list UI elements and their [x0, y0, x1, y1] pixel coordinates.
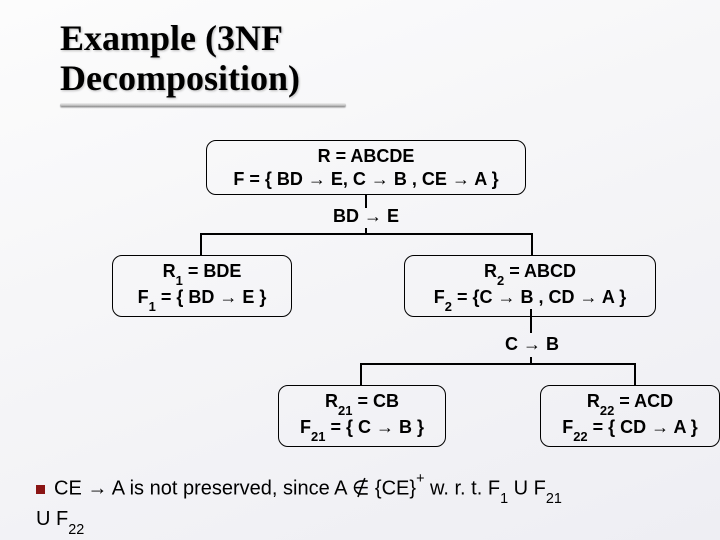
arrow-icon: → [308, 169, 326, 189]
connector-line [200, 233, 202, 255]
arrow-icon: → [219, 287, 237, 307]
r2-line-1: R2 = ABCD [415, 260, 645, 286]
arrow-icon: → [371, 169, 389, 189]
root-line-2: F = { BD → E, C → B , CE → A } [217, 168, 515, 191]
box-r2: R2 = ABCD F2 = {C → B , CD → A } [404, 255, 656, 317]
r1-line-1: R1 = BDE [123, 260, 281, 286]
connector-line [531, 233, 533, 255]
r2-line-2: F2 = {C → B , CD → A } [415, 286, 645, 312]
sub-22: 22 [68, 522, 84, 538]
arrow-icon: → [580, 287, 598, 307]
connector-line [365, 228, 367, 234]
bullet-icon [36, 485, 45, 494]
arrow-icon: → [498, 287, 516, 307]
connector-line [360, 363, 635, 365]
connector-line [634, 363, 636, 385]
arrow-icon: → [364, 206, 382, 226]
box-r22: R22 = ACD F22 = { CD → A } [540, 385, 720, 447]
edge-label-bd-e: BD → E [306, 206, 426, 227]
title-underline [60, 103, 346, 107]
r22-line-1: R22 = ACD [551, 390, 709, 416]
arrow-icon: → [87, 478, 107, 500]
box-r1: R1 = BDE F1 = { BD → E } [112, 255, 292, 317]
r21-line-2: F21 = { C → B } [289, 416, 435, 442]
root-line-1: R = ABCDE [217, 145, 515, 168]
arrow-icon: → [651, 417, 669, 437]
edge-label-c-b: C → B [482, 334, 582, 355]
box-r21: R21 = CB F21 = { C → B } [278, 385, 446, 447]
r1-line-2: F1 = { BD → E } [123, 286, 281, 312]
closure-plus: + [416, 471, 424, 487]
slide-title: Example (3NF Decomposition) [60, 18, 346, 107]
box-root: R = ABCDE F = { BD → E, C → B , CE → A } [206, 140, 526, 195]
arrow-icon: → [376, 417, 394, 437]
title-line-1: Example (3NF [60, 18, 346, 58]
title-line-2: Decomposition) [60, 58, 346, 98]
r22-line-2: F22 = { CD → A } [551, 416, 709, 442]
sub-1: 1 [500, 491, 508, 507]
arrow-icon: → [452, 169, 470, 189]
arrow-icon: → [523, 334, 541, 354]
sub-21: 21 [546, 491, 562, 507]
connector-line [360, 363, 362, 385]
connector-line [530, 309, 532, 333]
footnote: CE → A is not preserved, since A ∉ {CE}+… [36, 474, 696, 537]
r21-line-1: R21 = CB [289, 390, 435, 416]
